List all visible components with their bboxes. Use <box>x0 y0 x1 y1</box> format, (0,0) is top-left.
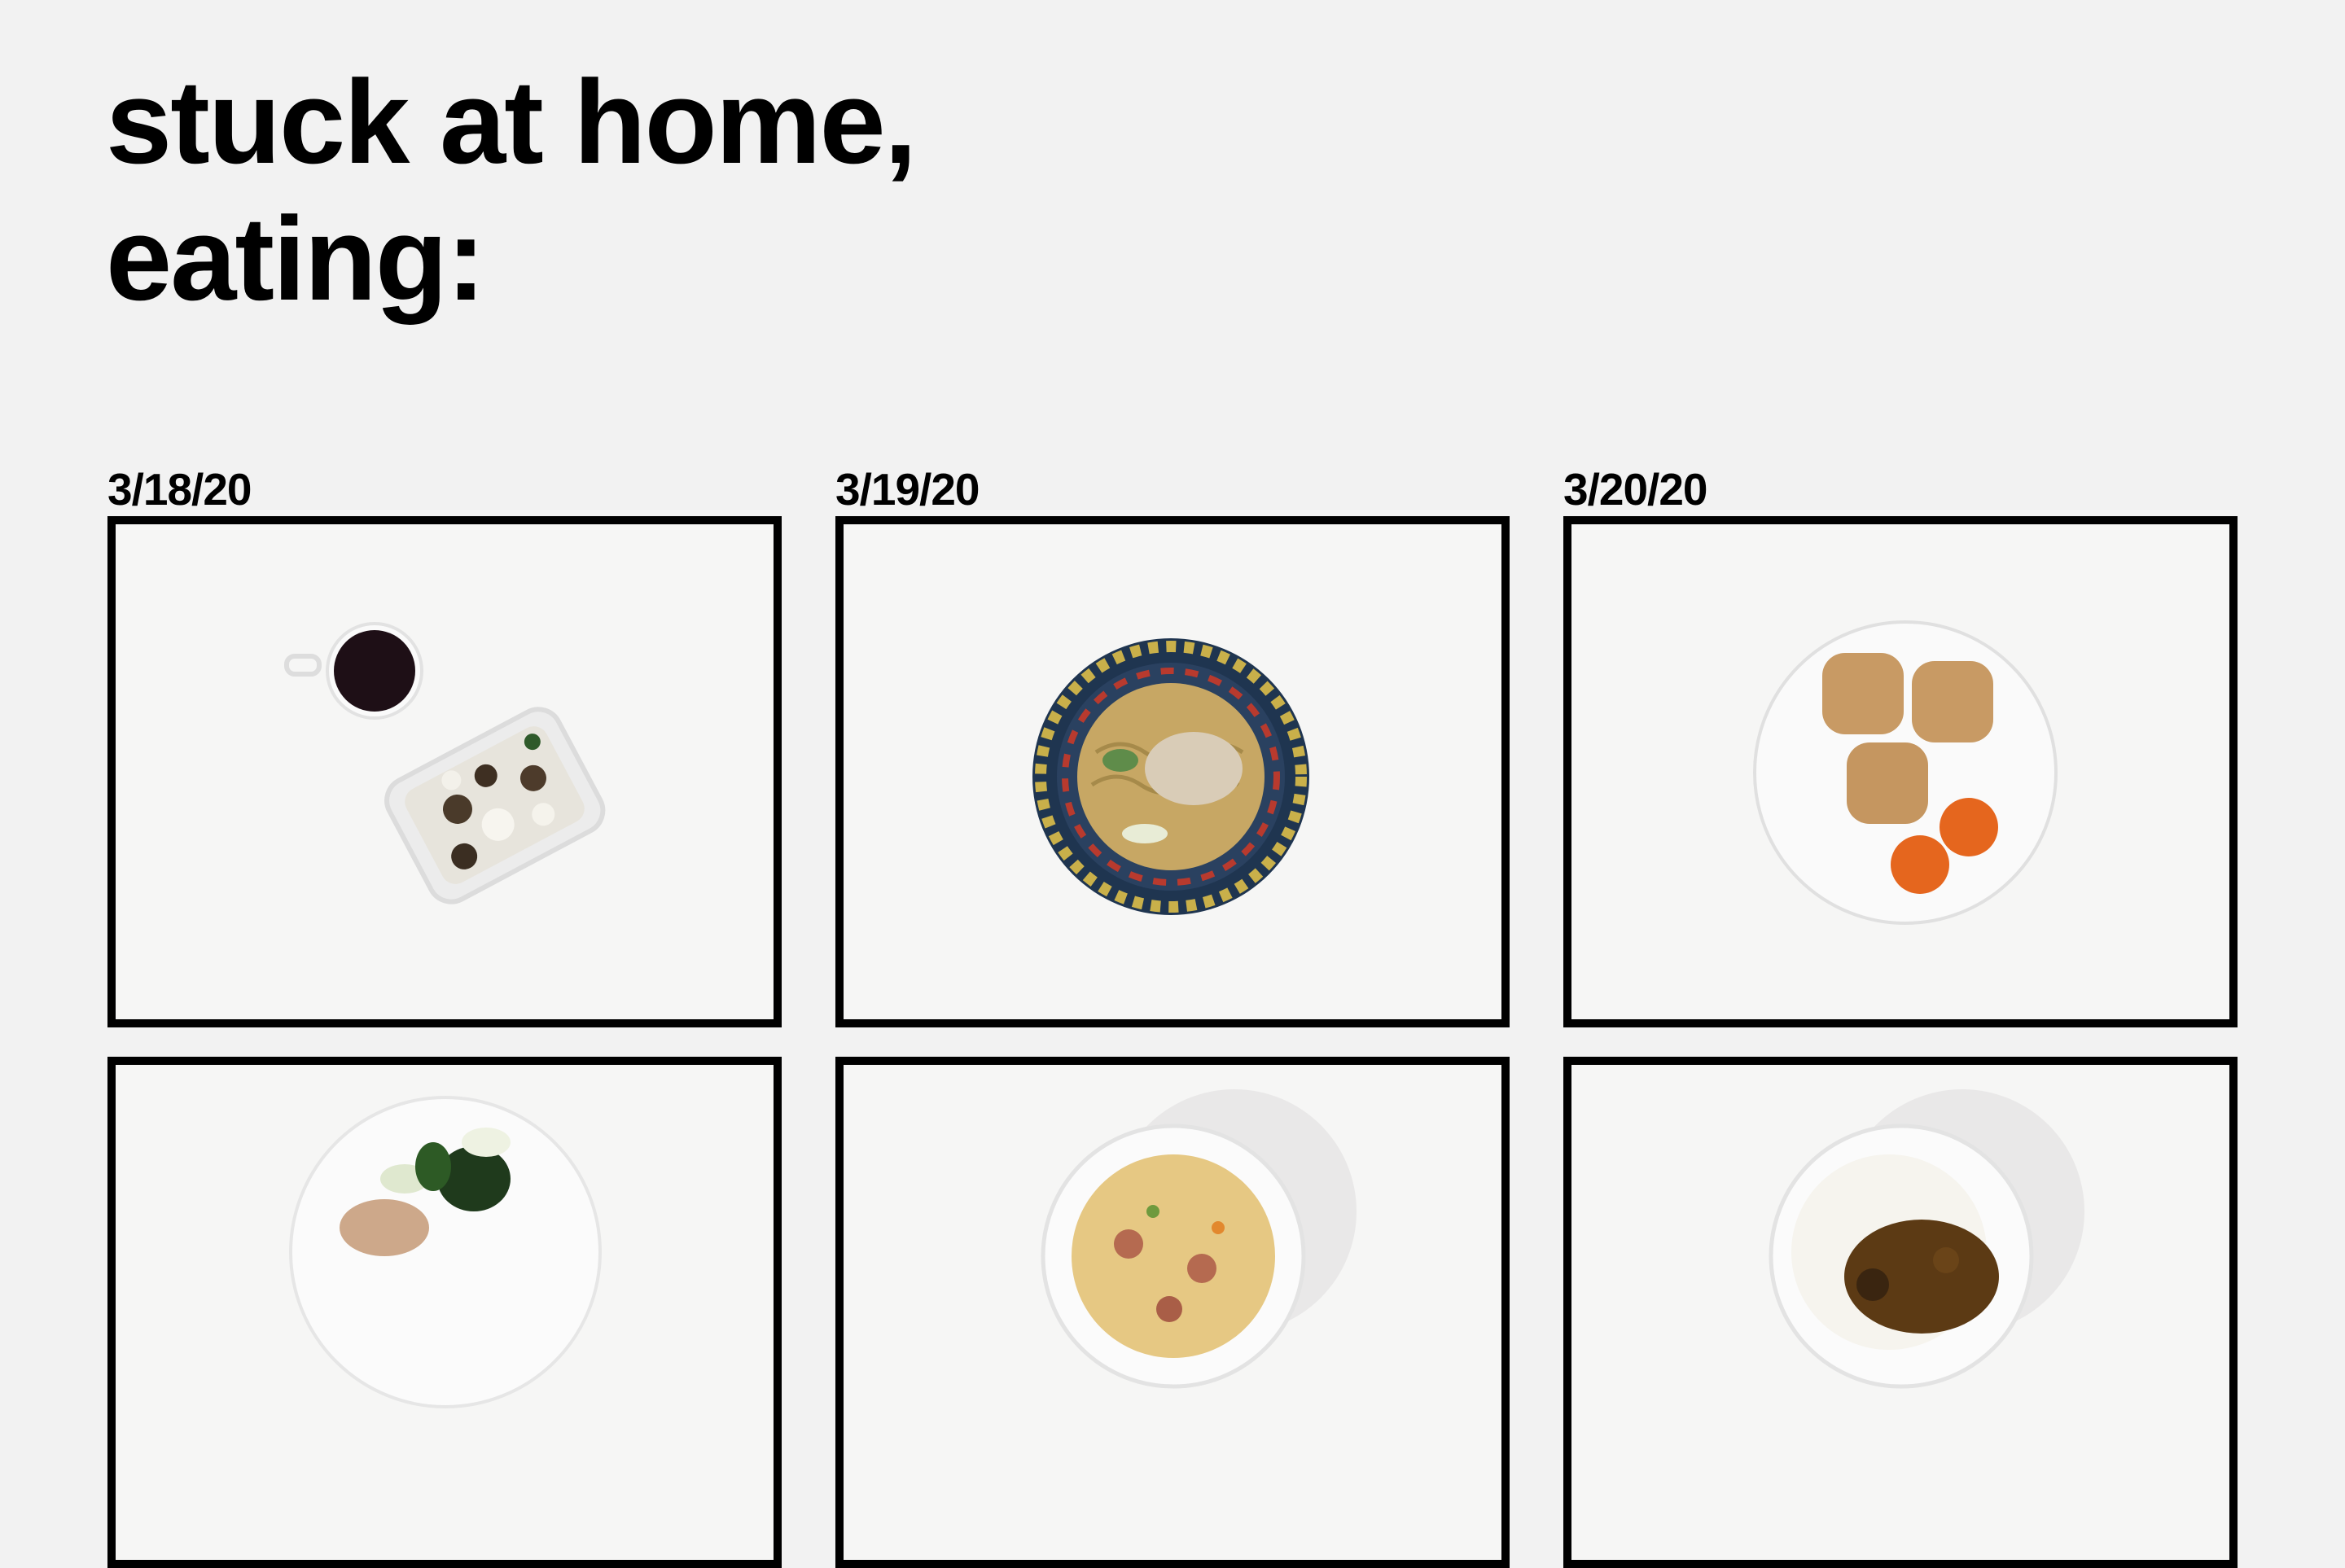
buns-and-oranges-photo-icon <box>1753 620 2058 925</box>
meal-date: 3/20/20 <box>1563 464 1708 515</box>
meal-photo[interactable] <box>107 516 782 1027</box>
meal-date: 3/18/20 <box>107 464 252 515</box>
meal-date: 3/19/20 <box>835 464 980 515</box>
meal-photo[interactable] <box>107 1057 782 1568</box>
page-title: stuck at home, eating: <box>106 54 917 327</box>
curry-rice-bowl-photo-icon <box>1769 1089 2084 1389</box>
meal-photo[interactable] <box>1563 516 2238 1027</box>
noodles-plate-photo-icon <box>1032 638 1309 915</box>
meal-photo[interactable] <box>1563 1057 2238 1568</box>
coffee-and-rice-photo-icon <box>284 622 606 904</box>
meal-column: 3/18/20 <box>107 462 782 1568</box>
meal-column: 3/19/20 <box>835 462 1510 1568</box>
pasta-bowl-photo-icon <box>1041 1089 1357 1389</box>
meal-photo[interactable] <box>835 1057 1510 1568</box>
meal-grid: 3/18/20 3/19/20 3/20/20 <box>107 462 2238 1568</box>
title-line-2: eating: <box>106 192 486 325</box>
title-line-1: stuck at home, <box>106 55 917 188</box>
meal-column: 3/20/20 <box>1563 462 2238 1568</box>
greens-plate-photo-icon <box>289 1096 602 1408</box>
meal-photo[interactable] <box>835 516 1510 1027</box>
